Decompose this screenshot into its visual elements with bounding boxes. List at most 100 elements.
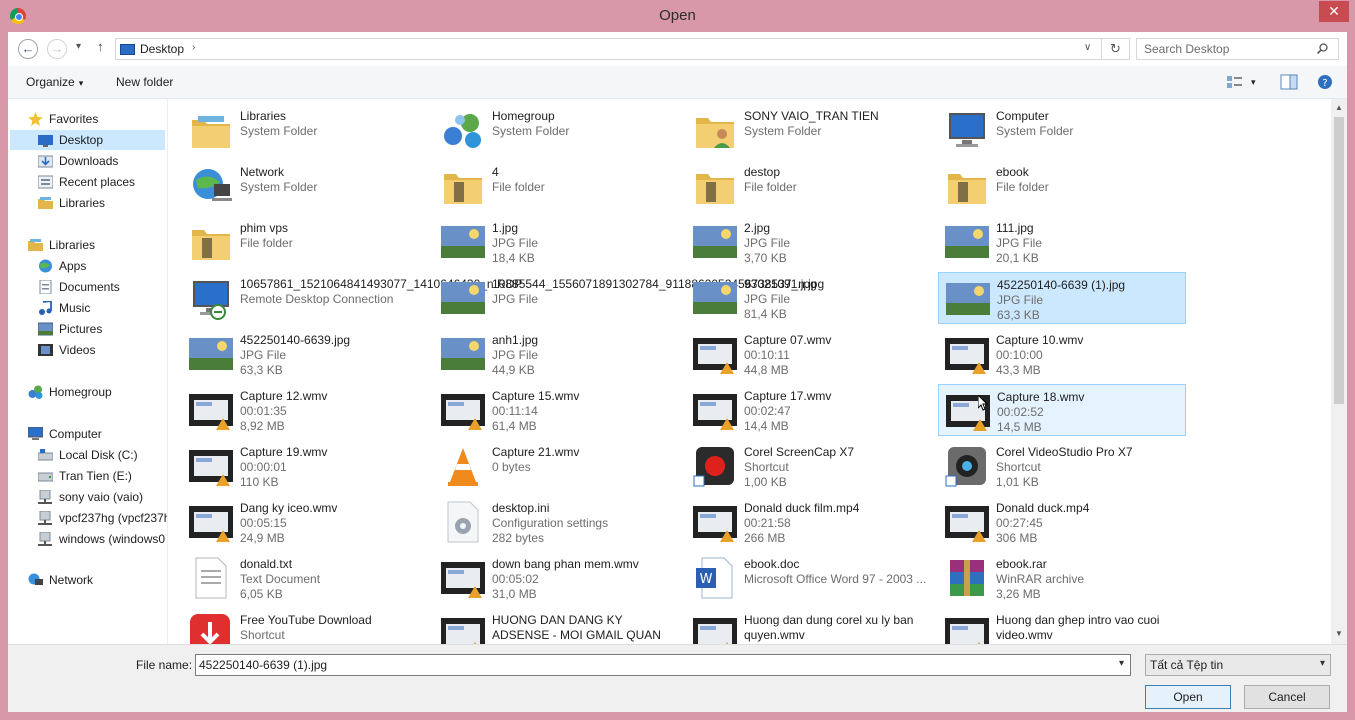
file-item[interactable]: down bang phan mem.wmv 00:05:02 31,0 MB <box>434 552 682 604</box>
refresh-button[interactable]: ↻ <box>1101 39 1129 59</box>
file-type-select[interactable]: Tất cả Tệp tin <box>1145 654 1331 676</box>
address-bar[interactable]: Desktop › ∨ ↻ <box>115 38 1130 60</box>
file-item[interactable]: 10657861_1521064841493077_1410646430_n.R… <box>182 272 522 324</box>
file-item[interactable]: Free YouTube Download Shortcut <box>182 608 430 644</box>
scroll-down-icon[interactable]: ▼ <box>1335 629 1343 638</box>
search-input[interactable]: Search Desktop <box>1136 38 1339 60</box>
sidebar-item-downloads[interactable]: Downloads <box>38 151 167 171</box>
change-view-icon[interactable] <box>1226 74 1244 90</box>
file-item[interactable]: Capture 19.wmv 00:00:01 110 KB <box>182 440 430 492</box>
sidebar-item-pictures[interactable]: Pictures <box>38 319 167 339</box>
help-icon[interactable]: ? <box>1316 74 1334 90</box>
sidebar-item-documents[interactable]: Documents <box>38 277 167 297</box>
file-item[interactable]: Capture 12.wmv 00:01:35 8,92 MB <box>182 384 430 436</box>
sidebar-item-libraries[interactable]: Libraries <box>38 193 167 213</box>
file-item[interactable]: ebook.rar WinRAR archive 3,26 MB <box>938 552 1186 604</box>
file-item[interactable]: Capture 07.wmv 00:10:11 44,8 MB <box>686 328 934 380</box>
cancel-button[interactable]: Cancel <box>1244 685 1330 709</box>
file-item[interactable]: SONY VAIO_TRAN TIEN System Folder <box>686 104 934 156</box>
sidebar-item-desktop[interactable]: Desktop <box>10 130 165 150</box>
file-type-dropdown-icon[interactable]: ▾ <box>1320 658 1325 669</box>
file-item[interactable]: Homegroup System Folder <box>434 104 682 156</box>
file-item[interactable]: Capture 15.wmv 00:11:14 61,4 MB <box>434 384 682 436</box>
file-item[interactable]: Huong dan dung corel xu ly ban quyen.wmv <box>686 608 934 644</box>
preview-pane-icon[interactable] <box>1280 74 1298 90</box>
sidebar-item-apps[interactable]: Apps <box>38 256 167 276</box>
file-item[interactable]: Capture 21.wmv 0 bytes <box>434 440 682 492</box>
file-item[interactable]: HUONG DAN DANG KY ADSENSE - MOI GMAIL QU… <box>434 608 682 644</box>
computer-icon <box>28 427 43 440</box>
organize-button[interactable]: Organize ▾ <box>26 75 83 89</box>
file-item[interactable]: Capture 17.wmv 00:02:47 14,4 MB <box>686 384 934 436</box>
sidebar-item-music[interactable]: Music <box>38 298 167 318</box>
recent-locations-button[interactable]: ▾ <box>76 41 81 52</box>
file-item[interactable]: Donald duck film.mp4 00:21:58 266 MB <box>686 496 934 548</box>
scrollbar-thumb[interactable] <box>1334 117 1344 404</box>
search-icon[interactable] <box>1317 43 1328 54</box>
sidebar-item-libraries[interactable]: Libraries <box>28 235 167 255</box>
file-detail: WinRAR archive <box>996 572 1085 586</box>
sidebar-item-tran-tien-e[interactable]: Tran Tien (E:) <box>38 466 167 486</box>
video-thumbnail-icon <box>944 612 990 644</box>
file-item[interactable]: destop File folder <box>686 160 934 212</box>
address-dropdown-icon[interactable]: ∨ <box>1084 42 1091 53</box>
file-detail: System Folder <box>744 124 822 138</box>
view-options-caret-icon[interactable]: ▾ <box>1251 77 1256 88</box>
sidebar-item-vpcf237hg-vpcf237h[interactable]: vpcf237hg (vpcf237h <box>38 508 167 528</box>
scroll-up-icon[interactable]: ▲ <box>1335 103 1343 112</box>
file-name: HUONG DAN DANG KY ADSENSE - MOI GMAIL QU… <box>492 613 661 644</box>
file-item[interactable]: 4 File folder <box>434 160 682 212</box>
file-item[interactable]: Webook.doc Microsoft Office Word 97 - 200… <box>686 552 934 604</box>
file-item[interactable]: Huong dan ghep intro vao cuoi video.wmv <box>938 608 1186 644</box>
sidebar-item-network[interactable]: Network <box>28 570 167 590</box>
sidebar-item-label: Documents <box>59 280 120 294</box>
vertical-scrollbar[interactable]: ▲ ▼ <box>1331 99 1347 644</box>
new-folder-button[interactable]: New folder <box>116 75 173 89</box>
file-item[interactable]: Corel ScreenCap X7 Shortcut 1,00 KB <box>686 440 934 492</box>
sidebar-item-computer[interactable]: Computer <box>28 424 167 444</box>
file-item[interactable]: anh1.jpg JPG File 44,9 KB <box>434 328 682 380</box>
file-item[interactable]: ebook File folder <box>938 160 1186 212</box>
file-name-dropdown-icon[interactable]: ▾ <box>1119 658 1124 669</box>
sidebar-item-homegroup[interactable]: Homegroup <box>28 382 167 402</box>
folder-icon <box>692 164 738 208</box>
back-button[interactable]: ← <box>18 39 38 59</box>
file-item[interactable]: donald.txt Text Document 6,05 KB <box>182 552 430 604</box>
forward-button[interactable]: → <box>47 39 67 59</box>
close-button[interactable]: ✕ <box>1319 1 1349 22</box>
file-item[interactable]: Dang ky iceo.wmv 00:05:15 24,9 MB <box>182 496 430 548</box>
sidebar-item-recent-places[interactable]: Recent places <box>38 172 167 192</box>
file-item[interactable]: Computer System Folder <box>938 104 1186 156</box>
sidebar-item-videos[interactable]: Videos <box>38 340 167 360</box>
homegroup-icon <box>28 385 43 399</box>
sidebar-item-local-disk-c[interactable]: Local Disk (C:) <box>38 445 167 465</box>
sidebar-item-sony-vaio-vaio[interactable]: sony vaio (vaio) <box>38 487 167 507</box>
file-item[interactable]: Corel VideoStudio Pro X7 Shortcut 1,01 KB <box>938 440 1186 492</box>
file-item[interactable]: Libraries System Folder <box>182 104 430 156</box>
open-button[interactable]: Open <box>1145 685 1231 709</box>
file-item[interactable]: Capture 18.wmv 00:02:52 14,5 MB <box>938 384 1186 436</box>
file-detail: Shortcut <box>240 628 285 642</box>
file-item[interactable]: desktop.ini Configuration settings 282 byt… <box>434 496 682 548</box>
file-item[interactable]: Capture 10.wmv 00:10:00 43,3 MB <box>938 328 1186 380</box>
file-name: down bang phan mem.wmv <box>492 557 639 571</box>
sidebar-item-favorites[interactable]: Favorites <box>28 109 167 129</box>
sidebar-item-windows-windows0[interactable]: windows (windows0 <box>38 529 167 549</box>
file-item[interactable]: 452250140-6639 (1).jpg JPG File 63,3 KB <box>938 272 1186 324</box>
file-item[interactable]: 2.jpg JPG File 3,70 KB <box>686 216 934 268</box>
file-item[interactable]: 111.jpg JPG File 20,1 KB <box>938 216 1186 268</box>
file-item[interactable]: 93021091.jpg JPG File 81,4 KB <box>686 272 934 324</box>
file-item[interactable]: 452250140-6639.jpg JPG File 63,3 KB <box>182 328 430 380</box>
command-bar: Organize ▾ New folder ▾ ? <box>8 66 1347 99</box>
file-name: 452250140-6639 (1).jpg <box>997 278 1126 292</box>
file-item[interactable]: phim vps File folder <box>182 216 430 268</box>
up-button[interactable]: ↑ <box>97 39 104 54</box>
breadcrumb-chevron-icon[interactable]: › <box>192 42 195 53</box>
title-bar[interactable]: Open ✕ <box>0 0 1355 32</box>
file-item[interactable]: Network System Folder <box>182 160 430 212</box>
file-item[interactable]: 1.jpg JPG File 18,4 KB <box>434 216 682 268</box>
breadcrumb-desktop[interactable]: Desktop <box>140 42 184 56</box>
file-name-input[interactable]: 452250140-6639 (1).jpg <box>195 654 1131 676</box>
file-item[interactable]: 10885544_1556071891302784_91188620524567… <box>434 272 824 324</box>
file-item[interactable]: Donald duck.mp4 00:27:45 306 MB <box>938 496 1186 548</box>
